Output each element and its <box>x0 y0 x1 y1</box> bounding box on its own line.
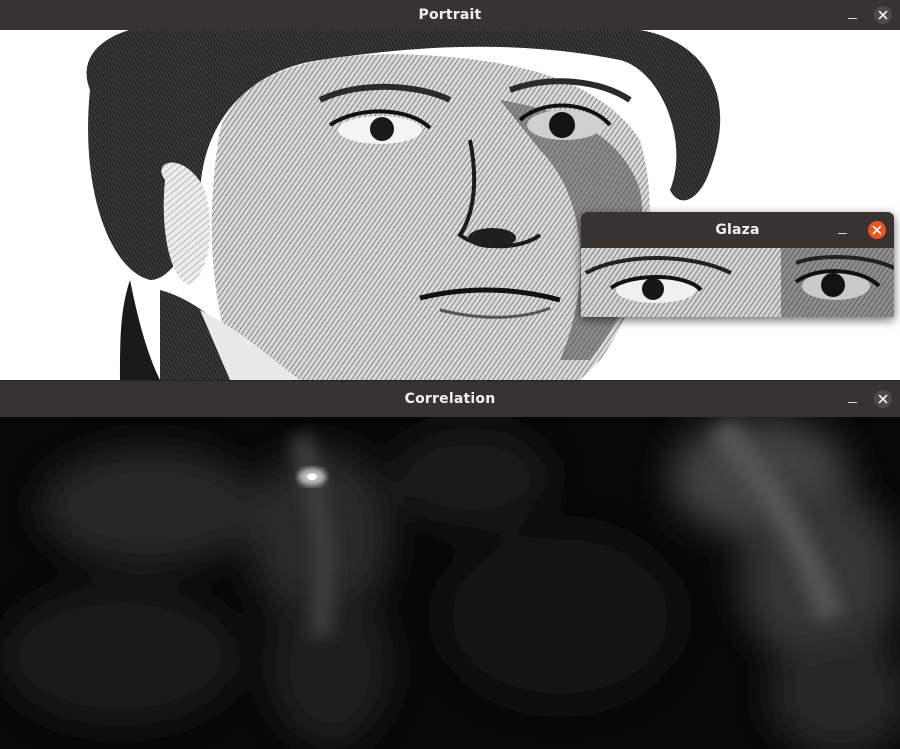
close-button[interactable] <box>874 390 892 408</box>
close-icon <box>872 225 882 235</box>
portrait-window[interactable]: Portrait <box>0 0 900 380</box>
correlation-map <box>0 417 900 749</box>
engraved-portrait-graphic <box>0 30 900 380</box>
portrait-image <box>0 30 900 380</box>
correlation-window[interactable]: Correlation <box>0 380 900 749</box>
minimize-button[interactable] <box>846 393 858 405</box>
correlation-titlebar[interactable]: Correlation <box>0 381 900 417</box>
eyes-crop-graphic <box>581 248 894 317</box>
window-title: Portrait <box>418 7 482 23</box>
correlation-heatmap-graphic <box>0 417 900 749</box>
window-title: Correlation <box>404 391 496 407</box>
glaza-window[interactable]: Glaza <box>581 212 894 317</box>
close-button[interactable] <box>874 6 892 24</box>
glaza-titlebar[interactable]: Glaza <box>581 212 894 248</box>
minimize-button[interactable] <box>836 224 848 236</box>
minimize-icon <box>847 401 857 403</box>
minimize-icon <box>837 232 847 234</box>
eyes-template-image <box>581 248 894 317</box>
close-icon <box>878 394 888 404</box>
minimize-icon <box>847 17 857 19</box>
window-title: Glaza <box>715 222 760 238</box>
close-button[interactable] <box>868 221 886 239</box>
minimize-button[interactable] <box>846 9 858 21</box>
close-icon <box>878 10 888 20</box>
portrait-titlebar[interactable]: Portrait <box>0 0 900 30</box>
